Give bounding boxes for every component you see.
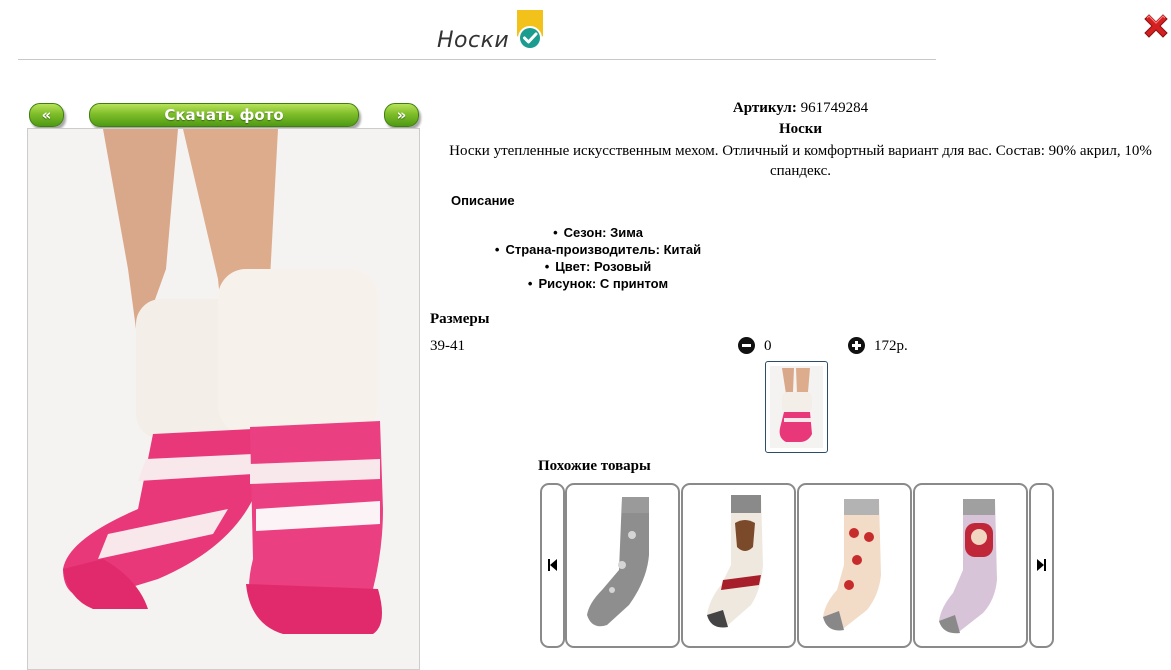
page-title: Носки — [437, 28, 510, 53]
attribute-color: Цвет: Розовый — [430, 258, 766, 275]
product-description: Носки утепленные искусственным мехом. От… — [449, 143, 1152, 179]
attribute-country: Страна-производитель: Китай — [430, 241, 766, 258]
skip-back-icon — [548, 559, 557, 571]
article-line: Артикул: 961749284 — [430, 100, 1171, 117]
product-photo — [27, 128, 420, 670]
attribute-pattern: Рисунок: С принтом — [430, 275, 766, 292]
attribute-season: Сезон: Зима — [430, 224, 766, 241]
attribute-list: Сезон: Зима Страна-производитель: Китай … — [430, 224, 766, 292]
download-photo-button[interactable]: Скачать фото — [89, 103, 359, 127]
size-price: 172р. — [874, 338, 908, 354]
description-heading: Описание — [451, 193, 515, 208]
sizes-heading: Размеры — [430, 311, 490, 327]
minus-circle-icon[interactable] — [738, 337, 755, 354]
verified-badge-icon — [517, 10, 543, 50]
quantity-value: 0 — [764, 338, 772, 354]
similar-item-red-pattern-socks[interactable] — [797, 483, 912, 648]
close-icon[interactable] — [1141, 11, 1171, 41]
next-photo-button[interactable]: » — [384, 103, 419, 127]
similar-item-matryoshka-socks[interactable] — [913, 483, 1028, 648]
product-name: Носки — [778, 121, 823, 137]
prev-photo-button[interactable]: « — [29, 103, 64, 127]
skip-forward-icon — [1037, 559, 1046, 571]
similar-item-deer-socks[interactable] — [681, 483, 796, 648]
carousel-prev-button[interactable] — [540, 483, 565, 648]
product-thumbnail[interactable] — [765, 361, 828, 453]
page-header: Носки — [18, 0, 936, 60]
plus-circle-icon[interactable] — [848, 337, 865, 354]
carousel-next-button[interactable] — [1029, 483, 1054, 648]
article-label: Артикул: — [732, 100, 797, 116]
article-value: 961749284 — [800, 100, 869, 116]
size-label: 39-41 — [430, 338, 465, 354]
similar-item-grey-socks[interactable] — [565, 483, 680, 648]
similar-products-heading: Похожие товары — [538, 458, 651, 474]
